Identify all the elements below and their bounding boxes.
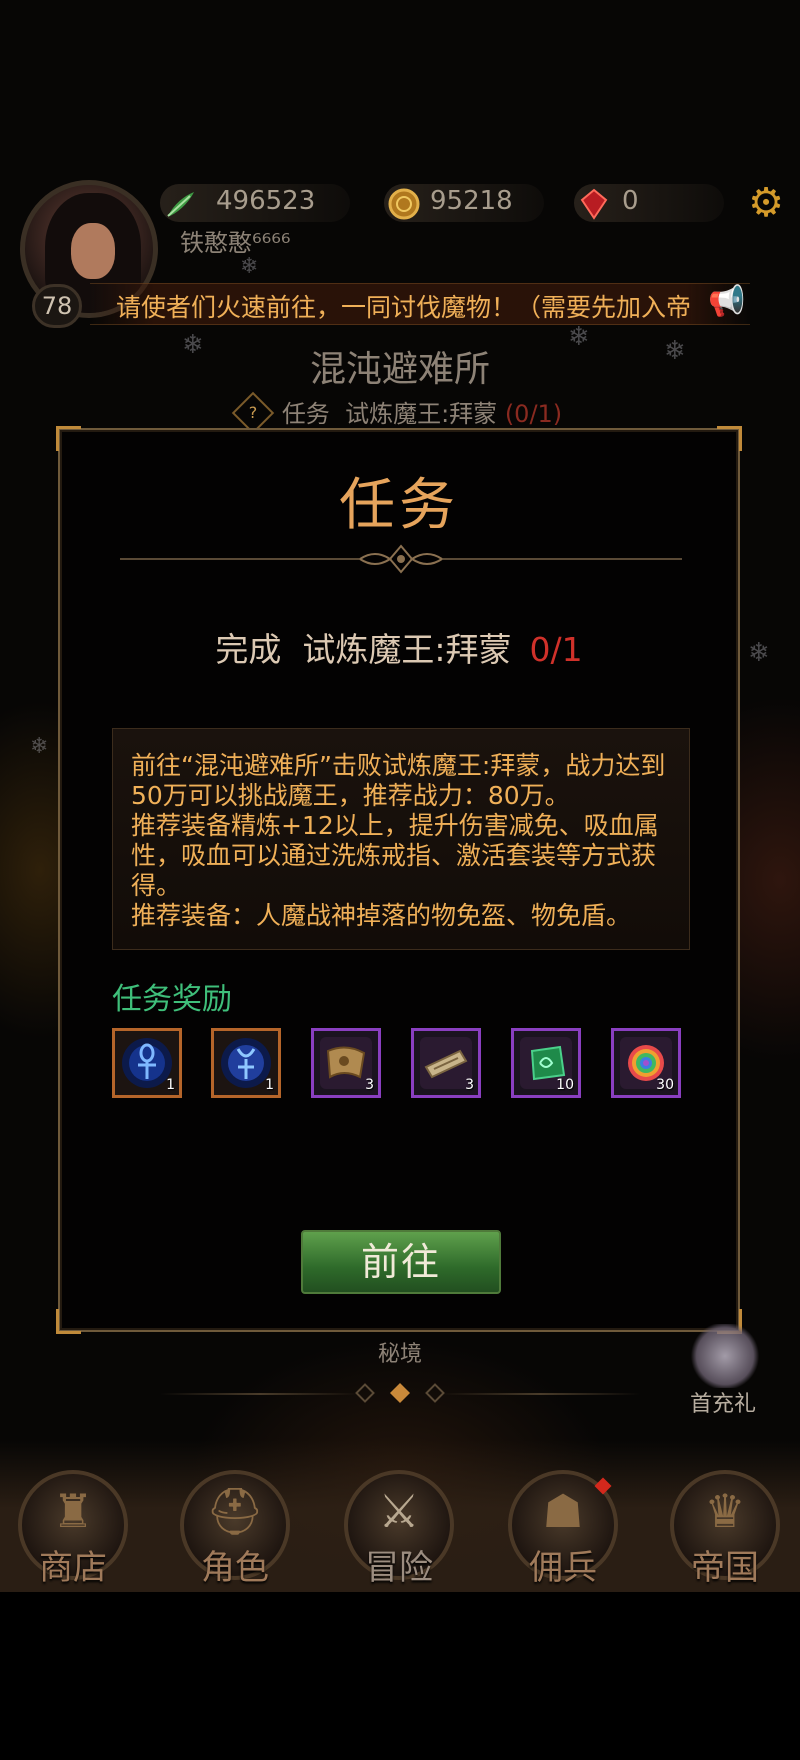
reward-section-title: 任务奖励 [112,982,232,1017]
objective-name: 试炼魔王:拜蒙 [302,630,512,669]
task-prefix: 任务 [281,400,330,428]
location-title: 混沌避难所 [309,349,490,390]
nav-label: 佣兵 [529,1548,597,1588]
nav-label: 角色 [201,1548,269,1588]
reward-quantity: 3 [365,1077,374,1093]
snowflake-icon: ❄ [30,734,49,759]
nav-label: 商店 [39,1548,107,1588]
corner-ornament [56,1309,81,1334]
nav-label: 冒险 [365,1548,433,1588]
reward-quantity: 1 [265,1077,274,1093]
resource-power-value: 496523 [216,186,316,216]
task-description: 前往“混沌避难所”击败试炼魔王:拜蒙，战力达到50万可以挑战魔王，推荐战力：80… [131,751,666,930]
reward-item[interactable]: 1 [112,1028,182,1098]
first-charge-gift-icon[interactable] [690,1324,760,1388]
page-indicator [0,1382,800,1406]
page-dot-active[interactable] [390,1383,410,1403]
resource-gem-value: 0 [622,186,639,216]
first-charge-label[interactable]: 首充礼 [690,1386,756,1418]
task-objective: 完成 试炼魔王:拜蒙 0/1 [60,623,738,671]
nav-empire[interactable]: ♛ 帝国 [666,1470,784,1588]
reward-item[interactable]: 1 [211,1028,281,1098]
player-name: 铁憨憨⁶⁶⁶⁶ [180,229,291,257]
page-dot[interactable] [355,1383,375,1403]
nav-shop[interactable]: ♜ 商店 [14,1470,132,1588]
page-dot[interactable] [425,1383,445,1403]
reward-item[interactable]: 3 [411,1028,481,1098]
task-dialog: 任务 完成 试炼魔王:拜蒙 0/1 前往“混沌避难所”击败试炼魔王:拜蒙，战力达到… [56,426,742,1334]
nav-label: 帝国 [691,1548,759,1588]
objective-progress: 0/1 [529,630,583,669]
reward-quantity: 10 [556,1077,574,1093]
snowflake-icon: ❄ [748,638,770,668]
go-button[interactable]: 前往 [301,1230,501,1294]
player-level-badge: 78 [32,284,82,328]
settings-gear-icon[interactable]: ⚙ [743,180,789,226]
task-progress: (0/1) [504,400,563,428]
secret-realm-label[interactable]: 秘境 [0,1336,800,1368]
corner-ornament [717,426,742,451]
objective-prefix: 完成 [215,630,282,669]
announcement-text: 请使者们火速前往，一同讨伐魔物！（需要先加入帝 [116,293,692,322]
title-divider-ornament [120,544,682,574]
reward-quantity: 30 [656,1077,674,1093]
announcement-marquee: 请使者们火速前往，一同讨伐魔物！（需要先加入帝 [90,283,750,325]
horn-speaker-icon[interactable]: 📢 [708,284,746,322]
nav-adventure[interactable]: ⚔ 冒险 [340,1470,458,1588]
dialog-title: 任务 [339,473,459,538]
corner-ornament [56,426,81,451]
bottom-blank-area [0,1590,800,1760]
task-name: 试炼魔王:拜蒙 [345,400,498,428]
reward-quantity: 3 [465,1077,474,1093]
green-feather-icon [167,192,194,217]
reward-item[interactable]: 3 [311,1028,381,1098]
reward-quantity: 1 [166,1077,175,1093]
reward-item[interactable]: 10 [511,1028,581,1098]
reward-item[interactable]: 30 [611,1028,681,1098]
current-task-tracker[interactable]: ? 任务 试炼魔王:拜蒙 (0/1) [0,391,800,435]
resource-gold-value: 95218 [430,186,513,216]
nav-character[interactable]: ⛑ 角色 [176,1470,294,1588]
red-gem-icon [580,188,608,220]
task-description-panel: 前往“混沌避难所”击败试炼魔王:拜蒙，战力达到50万可以挑战魔王，推荐战力：80… [112,728,690,950]
gold-coin-icon [388,188,420,220]
